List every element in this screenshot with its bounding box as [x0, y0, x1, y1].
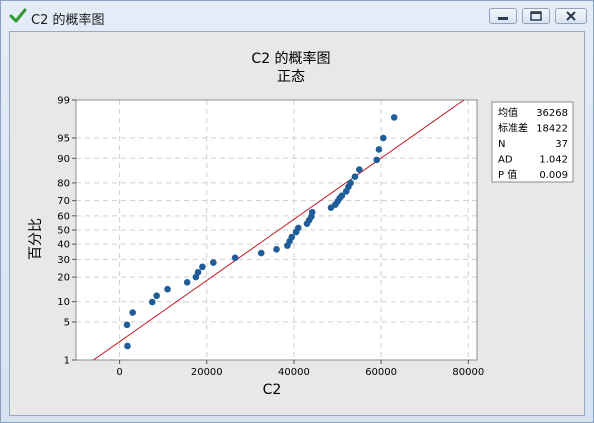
minimize-button[interactable]	[489, 8, 517, 24]
minimize-icon	[498, 17, 508, 20]
legend-value: 1.042	[539, 155, 568, 166]
window-title: C2 的概率图	[31, 13, 105, 28]
check-icon	[9, 8, 27, 23]
x-tick-label: 60000	[365, 367, 397, 378]
data-point	[209, 259, 217, 266]
y-tick-label: 40	[57, 240, 70, 251]
y-tick-label: 30	[57, 255, 70, 266]
data-point	[124, 342, 131, 350]
legend-value: 36268	[536, 108, 568, 119]
data-point	[231, 254, 239, 262]
legend-label: AD	[498, 155, 513, 166]
data-point	[123, 321, 131, 329]
legend-label: 均值	[498, 106, 518, 119]
close-icon	[566, 11, 576, 21]
legend-value: 18422	[536, 124, 568, 135]
restore-icon	[530, 11, 542, 21]
data-point	[373, 156, 381, 164]
y-axis-label: 百分比	[28, 218, 44, 260]
data-point	[129, 309, 136, 316]
data-point	[273, 246, 280, 253]
data-point	[148, 298, 156, 306]
data-point	[308, 208, 316, 216]
data-point	[183, 278, 191, 286]
y-tick-label: 60	[57, 211, 70, 222]
y-tick-label: 1	[64, 356, 70, 367]
probability-plot-window: C2 的概率图 C2 的概率图 正态 1 5 10 20 30 40 50 60 70 80 90 9…	[0, 0, 594, 423]
title-bar[interactable]: C2 的概率图	[1, 1, 593, 31]
data-point	[356, 166, 363, 173]
y-tick-label: 90	[57, 154, 70, 165]
data-point	[194, 268, 202, 276]
y-tick-label: 50	[57, 226, 70, 237]
data-point	[379, 134, 387, 142]
data-point	[153, 292, 160, 300]
y-tick-label: 10	[57, 297, 70, 308]
data-point	[347, 179, 354, 187]
data-point	[390, 114, 398, 121]
y-tick-label: 95	[57, 134, 70, 145]
y-tick-label: 70	[57, 196, 70, 207]
legend-value: 37	[555, 139, 568, 150]
legend-value: 0.009	[539, 170, 568, 181]
data-point	[375, 146, 383, 153]
x-tick-label: 40000	[278, 367, 310, 378]
legend-label: N	[498, 139, 505, 150]
y-tick-label: 99	[57, 96, 70, 107]
graph-area[interactable]: C2 的概率图 正态 1 5 10 20 30 40 50 60 70 80 90 95 99 0 2000…	[9, 31, 585, 416]
legend-label: 标准差	[498, 122, 528, 135]
y-tick-label: 80	[57, 178, 70, 189]
data-point	[288, 233, 296, 241]
data-point	[294, 224, 302, 232]
data-point	[351, 173, 359, 180]
probability-plot: C2 的概率图 正态 1 5 10 20 30 40 50 60 70 80 90 95 99 0 2000…	[28, 50, 574, 398]
restore-button[interactable]	[522, 8, 550, 24]
x-tick-label: 80000	[452, 367, 484, 378]
chart-subtitle: 正态	[277, 69, 305, 85]
data-point	[199, 263, 206, 271]
legend-label: P 值	[498, 168, 517, 181]
data-point	[257, 249, 265, 257]
x-tick-label: 20000	[191, 367, 223, 378]
chart-title: C2 的概率图	[251, 50, 330, 67]
y-tick-label: 5	[64, 317, 70, 328]
x-tick-label: 0	[116, 367, 122, 378]
y-tick-label: 20	[57, 273, 70, 284]
data-point	[164, 285, 171, 293]
x-axis-label: C2	[263, 382, 282, 398]
close-button[interactable]	[555, 8, 587, 24]
